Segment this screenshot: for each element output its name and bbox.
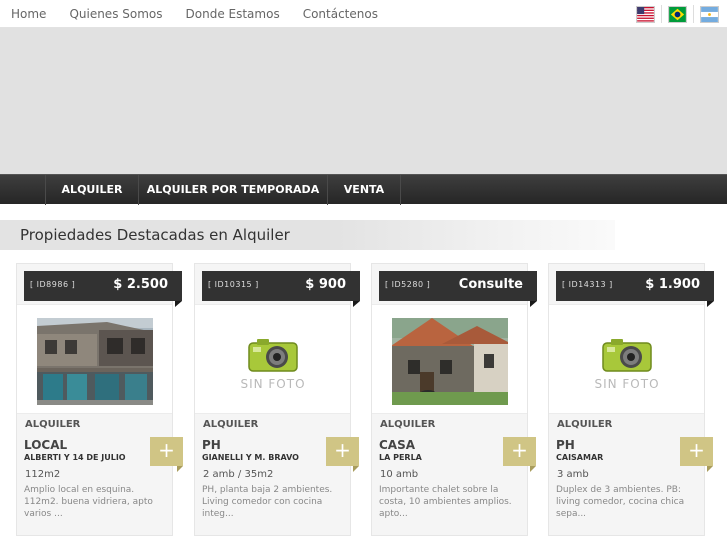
property-card[interactable]: SIN FOTO [ ID14313 ] $ 1.900 ALQUILER PH… [548,263,714,536]
property-type[interactable]: LOCAL [24,438,67,452]
property-operation: ALQUILER [557,419,613,430]
property-size: 3 amb [557,469,589,480]
more-info-button[interactable]: + [503,437,536,472]
property-image-area[interactable]: SIN FOTO [549,304,704,414]
nav-link-quienes-somos[interactable]: Quienes Somos [69,7,162,21]
property-description: PH, planta baja 2 ambientes. Living come… [202,485,333,519]
property-id: [ ID8986 ] [30,280,76,289]
flag-divider [661,5,662,23]
property-type[interactable]: PH [202,438,221,452]
no-photo-label: SIN FOTO [594,377,660,391]
language-flags [636,5,719,23]
property-size: 112m2 [25,469,61,480]
property-price: $ 900 [305,277,346,292]
flag-divider [693,5,694,23]
property-card[interactable]: [ ID8986 ] $ 2.500 ALQUILER LOCAL ALBERT… [16,263,183,536]
more-info-button[interactable]: + [680,437,713,472]
nav-link-contactenos[interactable]: Contáctenos [303,7,378,21]
header-banner [0,28,727,174]
camera-icon [248,339,298,372]
property-card[interactable]: SIN FOTO [ ID10315 ] $ 900 ALQUILER PH G… [194,263,360,536]
property-card[interactable]: [ ID5280 ] Consulte ALQUILER CASA LA PER… [371,263,537,536]
category-alquiler-temporada[interactable]: ALQUILER POR TEMPORADA [139,175,327,205]
argentina-flag-icon[interactable] [700,5,719,23]
property-image-area[interactable] [17,304,172,414]
usa-flag-icon[interactable] [636,5,655,23]
property-operation: ALQUILER [380,419,436,430]
no-photo-placeholder[interactable]: SIN FOTO [569,323,685,403]
more-info-button[interactable]: + [150,437,183,472]
top-nav-links: Home Quienes Somos Donde Estamos Contáct… [0,0,390,28]
property-id: [ ID5280 ] [385,280,431,289]
price-ribbon: [ ID5280 ] Consulte [379,271,537,307]
top-nav: Home Quienes Somos Donde Estamos Contáct… [0,0,727,28]
property-operation: ALQUILER [25,419,81,430]
section-title: Propiedades Destacadas en Alquiler [20,226,290,244]
price-ribbon: [ ID8986 ] $ 2.500 [24,271,182,307]
category-venta[interactable]: VENTA [328,175,400,205]
property-address: GIANELLI Y M. BRAVO [202,453,299,462]
property-size: 10 amb [380,469,419,480]
property-id: [ ID10315 ] [208,280,259,289]
price-ribbon: [ ID14313 ] $ 1.900 [556,271,714,307]
property-address: CAISAMAR [556,453,604,462]
no-photo-placeholder[interactable]: SIN FOTO [215,323,331,403]
property-description: Importante chalet sobre la costa, 10 amb… [379,485,512,519]
property-size: 2 amb / 35m2 [203,469,274,480]
property-price: $ 1.900 [645,277,700,292]
section-header: Propiedades Destacadas en Alquiler [0,220,615,250]
camera-icon [602,339,652,372]
property-address: LA PERLA [379,453,422,462]
brazil-flag-icon[interactable] [668,5,687,23]
nav-link-home[interactable]: Home [11,7,46,21]
no-photo-label: SIN FOTO [240,377,306,391]
property-id: [ ID14313 ] [562,280,613,289]
property-description: Amplio local en esquina. 112m2. buena vi… [24,485,153,519]
property-type[interactable]: CASA [379,438,415,452]
category-alquiler[interactable]: ALQUILER [46,175,138,205]
category-bar: ALQUILER ALQUILER POR TEMPORADA VENTA [0,174,727,205]
property-description: Duplex de 3 ambientes. PB: living comedo… [556,485,685,519]
price-ribbon: [ ID10315 ] $ 900 [202,271,360,307]
more-info-button[interactable]: + [326,437,359,472]
property-photo[interactable] [392,318,508,405]
property-address: ALBERTI Y 14 DE JULIO [24,453,126,462]
category-divider [400,175,401,205]
property-price: $ 2.500 [113,277,168,292]
property-photo[interactable] [37,318,153,405]
property-image-area[interactable] [372,304,527,414]
property-image-area[interactable]: SIN FOTO [195,304,350,414]
nav-link-donde-estamos[interactable]: Donde Estamos [186,7,280,21]
property-price: Consulte [458,277,523,292]
property-type[interactable]: PH [556,438,575,452]
property-operation: ALQUILER [203,419,259,430]
